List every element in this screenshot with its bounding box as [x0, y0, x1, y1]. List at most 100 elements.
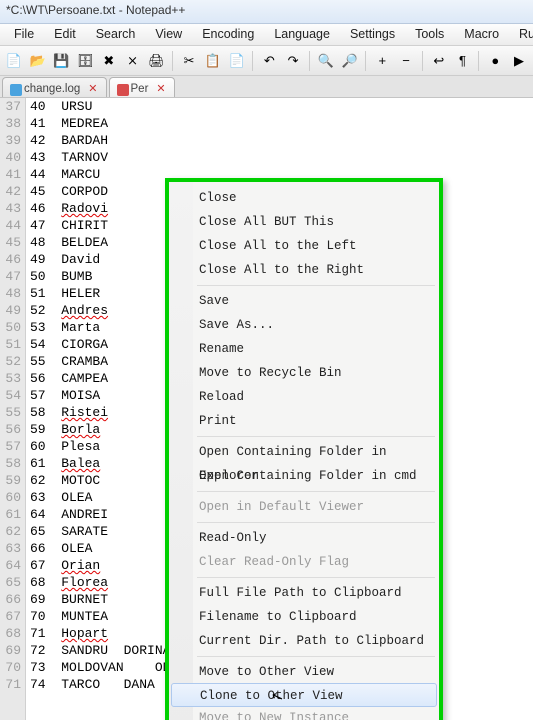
undo-icon[interactable]: ↶ — [258, 50, 280, 72]
line-number: 51 — [2, 336, 21, 353]
close-all-icon[interactable]: ⨯ — [122, 50, 144, 72]
toolbar-separator — [252, 51, 253, 71]
context-menu-item[interactable]: Move to Recycle Bin — [169, 361, 439, 385]
play-macro-icon[interactable]: ▶ — [508, 50, 530, 72]
find-icon[interactable]: 🔍 — [315, 50, 337, 72]
tab[interactable]: change.log ✕ — [2, 77, 107, 97]
line-number: 63 — [2, 540, 21, 557]
tab[interactable]: Per ✕ — [109, 77, 175, 97]
code-line[interactable]: 40 URSU — [30, 98, 533, 115]
context-menu-item[interactable]: Filename to Clipboard — [169, 605, 439, 629]
context-menu-item[interactable]: Open Containing Folder in Explorer — [169, 440, 439, 464]
menu-search[interactable]: Search — [86, 24, 146, 45]
toolbar-separator — [478, 51, 479, 71]
menu-settings[interactable]: Settings — [340, 24, 405, 45]
menubar: FileEditSearchViewEncodingLanguageSettin… — [0, 24, 533, 46]
text-file-icon — [116, 83, 127, 94]
context-menu-item[interactable]: Close All to the Right — [169, 258, 439, 282]
context-menu-item[interactable]: Close All BUT This — [169, 210, 439, 234]
menu-macro[interactable]: Macro — [454, 24, 509, 45]
zoom-out-icon[interactable]: − — [395, 50, 417, 72]
line-number: 43 — [2, 200, 21, 217]
menu-encoding[interactable]: Encoding — [192, 24, 264, 45]
context-menu-item[interactable]: Read-Only — [169, 526, 439, 550]
context-menu-item: Open in Default Viewer — [169, 495, 439, 519]
window-titlebar: *C:\WT\Persoane.txt - Notepad++ — [0, 0, 533, 24]
line-number: 57 — [2, 438, 21, 455]
context-menu-separator — [197, 577, 435, 578]
line-number: 49 — [2, 302, 21, 319]
close-icon[interactable]: ✖ — [98, 50, 120, 72]
line-number: 40 — [2, 149, 21, 166]
record-macro-icon[interactable]: ● — [484, 50, 506, 72]
context-menu-item[interactable]: Close — [169, 186, 439, 210]
context-menu-separator — [197, 656, 435, 657]
toolbar: 📄📂💾🗄✖⨯🖨✂📋📄↶↷🔍🔎+−↩¶●▶ — [0, 46, 533, 76]
context-menu-item: Move to New Instance — [169, 706, 439, 720]
context-menu-separator — [197, 522, 435, 523]
line-number: 42 — [2, 183, 21, 200]
wrap-icon[interactable]: ↩ — [428, 50, 450, 72]
line-number: 67 — [2, 608, 21, 625]
save-icon[interactable]: 💾 — [51, 50, 73, 72]
context-menu-item[interactable]: Move to Other View — [169, 660, 439, 684]
line-number: 59 — [2, 472, 21, 489]
menu-run[interactable]: Run — [509, 24, 533, 45]
context-menu-item[interactable]: Close All to the Left — [169, 234, 439, 258]
context-menu-item[interactable]: Current Dir. Path to Clipboard — [169, 629, 439, 653]
replace-icon[interactable]: 🔎 — [339, 50, 361, 72]
line-number: 44 — [2, 217, 21, 234]
code-line[interactable]: 43 TARNOV — [30, 149, 533, 166]
tab-close-icon[interactable]: ✕ — [156, 82, 165, 95]
editor[interactable]: 3738394041424344454647484950515253545556… — [0, 98, 533, 720]
print-icon[interactable]: 🖨 — [146, 50, 168, 72]
line-number: 48 — [2, 285, 21, 302]
copy-icon[interactable]: 📋 — [202, 50, 224, 72]
cut-icon[interactable]: ✂ — [178, 50, 200, 72]
line-number: 66 — [2, 591, 21, 608]
open-file-icon[interactable]: 📂 — [27, 50, 49, 72]
tab-close-icon[interactable]: ✕ — [88, 82, 97, 95]
save-all-icon[interactable]: 🗄 — [74, 50, 96, 72]
line-number: 65 — [2, 574, 21, 591]
context-menu-item[interactable]: Reload — [169, 385, 439, 409]
menu-tools[interactable]: Tools — [405, 24, 454, 45]
context-menu-item[interactable]: Save As... — [169, 313, 439, 337]
context-menu-item[interactable]: Full File Path to Clipboard — [169, 581, 439, 605]
line-number: 46 — [2, 251, 21, 268]
tab-label: Per — [131, 83, 149, 95]
context-menu-item[interactable]: Rename — [169, 337, 439, 361]
line-number: 53 — [2, 370, 21, 387]
line-number: 56 — [2, 421, 21, 438]
context-menu-item[interactable]: Clone to Other View↖ — [171, 683, 437, 707]
line-number: 58 — [2, 455, 21, 472]
code-line[interactable]: 42 BARDAH — [30, 132, 533, 149]
toolbar-separator — [309, 51, 310, 71]
new-file-icon[interactable]: 📄 — [3, 50, 25, 72]
zoom-in-icon[interactable]: + — [371, 50, 393, 72]
context-menu-item: Clear Read-Only Flag — [169, 550, 439, 574]
line-number: 50 — [2, 319, 21, 336]
show-all-icon[interactable]: ¶ — [452, 50, 474, 72]
tab-context-menu: CloseClose All BUT ThisClose All to the … — [165, 178, 443, 720]
context-menu-item[interactable]: Open Containing Folder in cmd — [169, 464, 439, 488]
line-number: 69 — [2, 642, 21, 659]
menu-file[interactable]: File — [4, 24, 44, 45]
code-line[interactable]: 41 MEDREA — [30, 115, 533, 132]
window-title: *C:\WT\Persoane.txt - Notepad++ — [6, 3, 185, 17]
tab-label: change.log — [24, 83, 80, 95]
line-number: 37 — [2, 98, 21, 115]
paste-icon[interactable]: 📄 — [226, 50, 248, 72]
menu-language[interactable]: Language — [264, 24, 340, 45]
context-menu-item[interactable]: Save — [169, 289, 439, 313]
context-menu-item[interactable]: Print — [169, 409, 439, 433]
tabbar: change.log ✕ Per ✕ — [0, 76, 533, 98]
toolbar-separator — [365, 51, 366, 71]
redo-icon[interactable]: ↷ — [282, 50, 304, 72]
line-number: 45 — [2, 234, 21, 251]
menu-edit[interactable]: Edit — [44, 24, 86, 45]
line-number: 41 — [2, 166, 21, 183]
context-menu-separator — [197, 285, 435, 286]
menu-view[interactable]: View — [145, 24, 192, 45]
context-menu-separator — [197, 491, 435, 492]
